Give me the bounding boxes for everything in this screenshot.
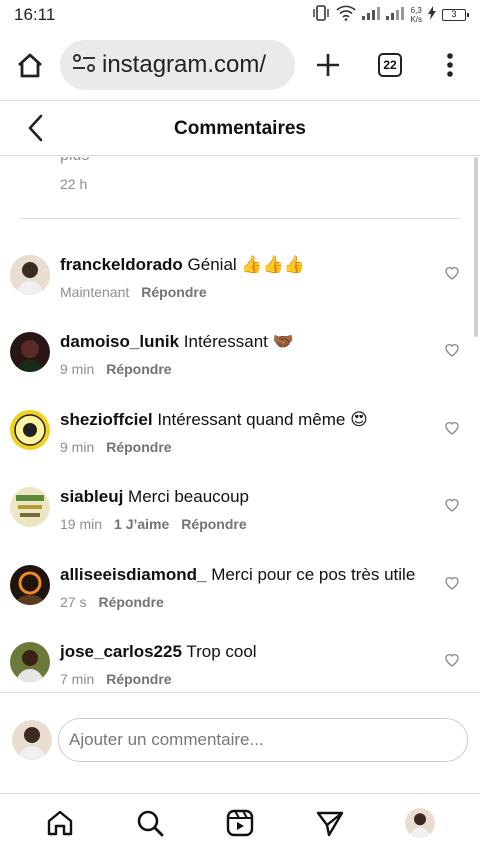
- reply-button[interactable]: Répondre: [106, 439, 171, 455]
- avatar[interactable]: [10, 410, 50, 450]
- page-title: Commentaires: [174, 118, 306, 139]
- comment-username[interactable]: shezioffciel: [60, 410, 153, 429]
- comment-time: 9 min: [60, 439, 95, 455]
- status-time: 16:11: [14, 5, 56, 24]
- comment-list[interactable]: plus 22 h franckeldorado Génial 👍👍👍 Main…: [0, 157, 480, 692]
- status-bar: 16:11 6,3 K/s 3: [0, 0, 480, 30]
- profile-avatar[interactable]: [405, 808, 435, 838]
- comment-time: 27 s: [60, 594, 87, 610]
- like-heart-icon[interactable]: [444, 652, 460, 668]
- comment-text: alliseeisdiamond_ Merci pour ce pos très…: [60, 565, 416, 584]
- tab-switcher-button[interactable]: 22: [378, 53, 402, 77]
- comments-header: Commentaires: [0, 100, 480, 156]
- comment-meta: Maintenant Répondre: [60, 284, 219, 300]
- divider: [20, 218, 460, 219]
- vibrate-icon: [312, 4, 330, 26]
- comment-meta: 19 min 1 J’aime Répondre: [60, 516, 259, 532]
- reels-icon[interactable]: [225, 808, 255, 838]
- comment-text: siableuj Merci beaucoup: [60, 487, 250, 506]
- browser-toolbar: instagram.com/ 22: [0, 30, 480, 100]
- scrollbar[interactable]: [474, 157, 478, 337]
- url-text: instagram.com/: [102, 51, 267, 78]
- home-icon[interactable]: [45, 808, 75, 838]
- comment-meta: 7 min Répondre: [60, 671, 184, 687]
- network-speed: 6,3 K/s: [410, 6, 422, 24]
- reply-button[interactable]: Répondre: [141, 284, 206, 300]
- like-heart-icon[interactable]: [444, 342, 460, 358]
- direct-message-icon[interactable]: [315, 808, 345, 838]
- more-options-icon[interactable]: [440, 50, 460, 80]
- like-heart-icon[interactable]: [444, 497, 460, 513]
- likes-count-button[interactable]: 1 J’aime: [114, 516, 169, 532]
- comment-item: siableuj Merci beaucoup 19 min 1 J’aime Ré…: [0, 487, 480, 557]
- comment-username[interactable]: jose_carlos225: [60, 642, 182, 661]
- browser-home-button[interactable]: [14, 50, 46, 82]
- battery-indicator: 3: [442, 9, 469, 21]
- comment-item: franckeldorado Génial 👍👍👍 Maintenant Répo…: [0, 255, 480, 325]
- avatar[interactable]: [10, 332, 50, 372]
- signal-icon: [362, 5, 381, 25]
- comment-composer: [0, 692, 480, 792]
- comment-item: jose_carlos225 Trop cool 7 min Répondre: [0, 642, 480, 692]
- reply-button[interactable]: Répondre: [98, 594, 163, 610]
- comment-meta: 9 min Répondre: [60, 361, 184, 377]
- reply-button[interactable]: Répondre: [181, 516, 246, 532]
- comment-text: franckeldorado Génial 👍👍👍: [60, 255, 305, 274]
- comment-username[interactable]: siableuj: [60, 487, 123, 506]
- wifi-icon: [336, 5, 356, 26]
- previous-comment-text: plus: [60, 157, 89, 165]
- comment-meta: 27 s Répondre: [60, 594, 176, 610]
- site-settings-icon[interactable]: [72, 52, 96, 79]
- comment-time: Maintenant: [60, 284, 130, 300]
- comment-item: damoiso_lunik Intéressant 🤝🏾 9 min Répond…: [0, 332, 480, 402]
- comment-username[interactable]: alliseeisdiamond_: [60, 565, 206, 584]
- comment-time: 19 min: [60, 516, 103, 532]
- comment-text: shezioffciel Intéressant quand même 😍: [60, 410, 368, 429]
- like-heart-icon[interactable]: [444, 265, 460, 281]
- new-tab-button[interactable]: [314, 51, 342, 79]
- comment-text: damoiso_lunik Intéressant 🤝🏾: [60, 332, 294, 351]
- comment-item: shezioffciel Intéressant quand même 😍 9 …: [0, 410, 480, 480]
- comment-text: jose_carlos225 Trop cool: [60, 642, 257, 661]
- comment-time: 9 min: [60, 361, 95, 377]
- current-user-avatar: [12, 720, 52, 760]
- avatar[interactable]: [10, 565, 50, 605]
- comment-input[interactable]: [58, 718, 468, 762]
- address-bar[interactable]: instagram.com/: [60, 40, 295, 90]
- comment-username[interactable]: damoiso_lunik: [60, 332, 179, 351]
- avatar[interactable]: [10, 642, 50, 682]
- bottom-navigation: [0, 793, 480, 854]
- comment-username[interactable]: franckeldorado: [60, 255, 183, 274]
- comment-meta: 9 min Répondre: [60, 439, 184, 455]
- comment-item: alliseeisdiamond_ Merci pour ce pos très…: [0, 565, 480, 635]
- comment-time: 7 min: [60, 671, 95, 687]
- search-icon[interactable]: [135, 808, 165, 838]
- avatar[interactable]: [10, 255, 50, 295]
- avatar[interactable]: [10, 487, 50, 527]
- reply-button[interactable]: Répondre: [106, 671, 171, 687]
- charging-icon: [428, 5, 436, 25]
- reply-button[interactable]: Répondre: [106, 361, 171, 377]
- previous-comment-time: 22 h: [60, 176, 88, 192]
- signal-icon-2: [386, 5, 405, 25]
- like-heart-icon[interactable]: [444, 575, 460, 591]
- like-heart-icon[interactable]: [444, 420, 460, 436]
